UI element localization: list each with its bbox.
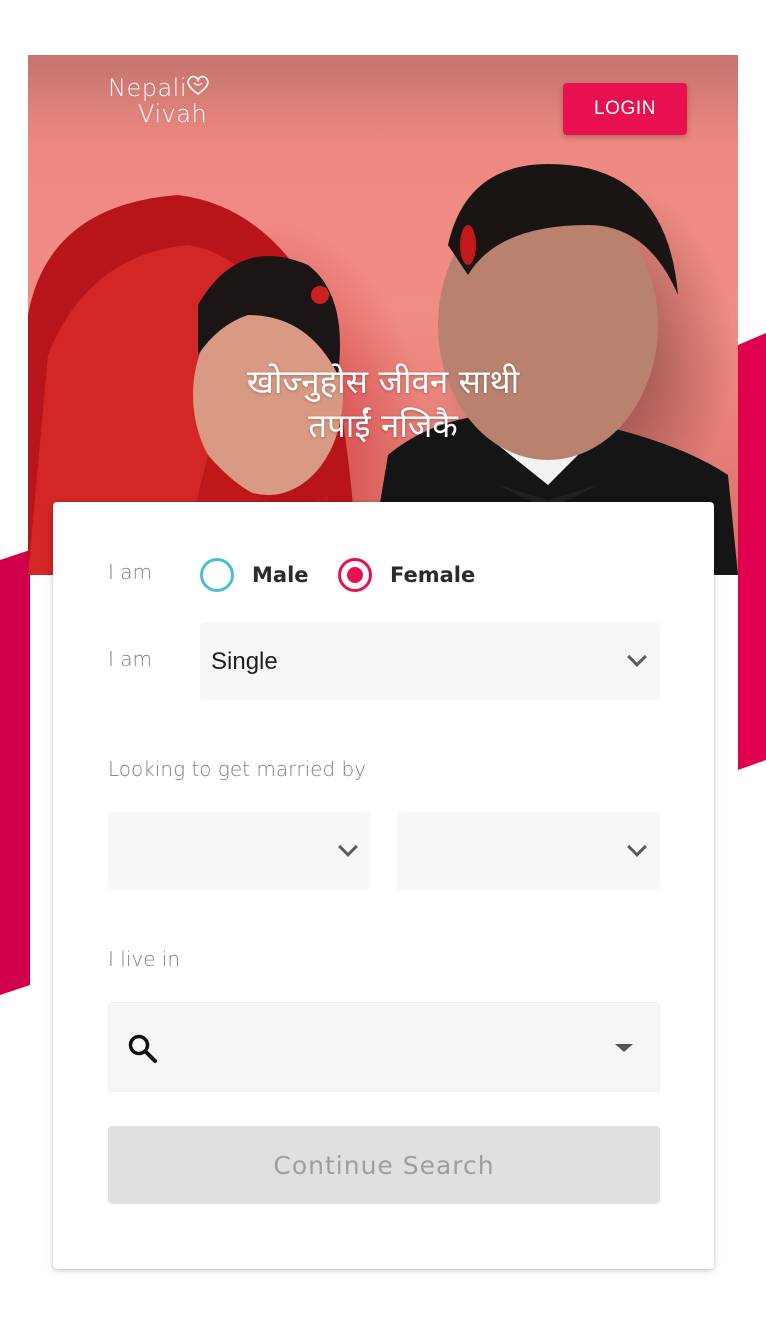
- location-search-input[interactable]: [108, 1002, 660, 1092]
- marital-status-value: Single: [211, 648, 278, 675]
- continue-search-button[interactable]: Continue Search: [108, 1126, 660, 1204]
- tagline-line-1: खोज्नुहोस जीवन साथी: [246, 362, 520, 401]
- search-form-card: I am Male Female I am Single Looking to …: [53, 502, 714, 1269]
- search-icon: [128, 1034, 157, 1063]
- tagline-line-2: तपाईं नजिकै: [308, 406, 458, 445]
- hero-tagline: खोज्नुहोस जीवन साथी तपाईं नजिकै: [28, 360, 738, 448]
- gender-radio-female[interactable]: [338, 558, 372, 592]
- married-by-year-select[interactable]: [397, 812, 660, 890]
- chevron-down-icon: [627, 647, 647, 667]
- chevron-down-icon: [627, 837, 647, 857]
- heart-icon: [187, 75, 209, 95]
- caret-down-icon: [615, 1044, 633, 1052]
- live-in-label: I live in: [108, 947, 181, 971]
- married-by-label: Looking to get married by: [108, 757, 367, 781]
- married-by-month-select[interactable]: [108, 812, 370, 890]
- gender-male-label[interactable]: Male: [252, 563, 309, 587]
- marital-status-select[interactable]: Single: [200, 622, 660, 700]
- logo[interactable]: Nepali Vivah: [108, 75, 209, 128]
- marital-status-label: I am: [108, 647, 152, 671]
- gender-radio-male[interactable]: [200, 558, 234, 592]
- gender-female-label[interactable]: Female: [390, 563, 475, 587]
- gender-label: I am: [108, 560, 152, 584]
- logo-text-vivah: Vivah: [138, 100, 208, 128]
- login-button[interactable]: LOGIN: [563, 83, 687, 135]
- hero-banner: Nepali Vivah LOGIN खोज्नुहोस जीवन साथी त…: [28, 55, 738, 575]
- chevron-down-icon: [338, 837, 358, 857]
